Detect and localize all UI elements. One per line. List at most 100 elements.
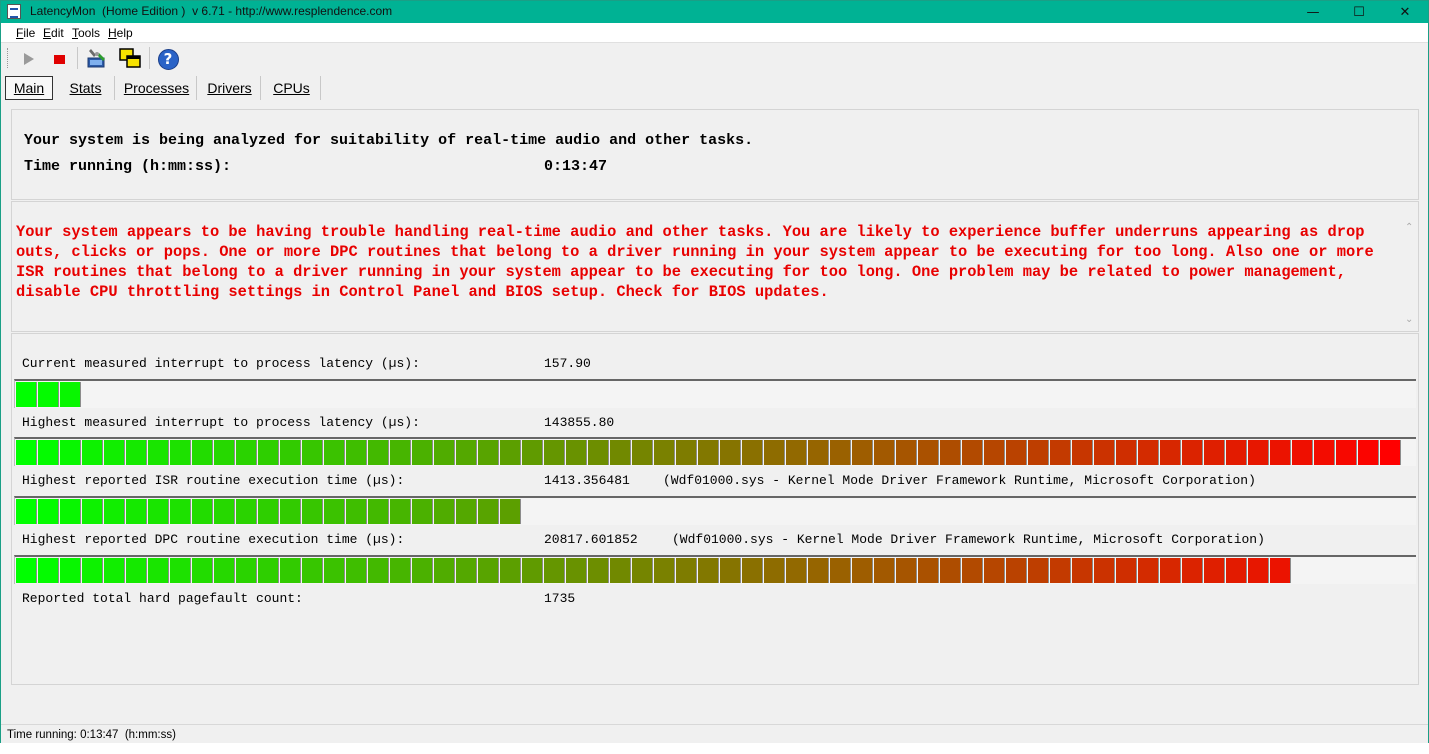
- current-latency-label: Current measured interrupt to process la…: [22, 356, 420, 371]
- tab-main[interactable]: Main: [5, 76, 53, 100]
- menu-help[interactable]: Help: [108, 26, 133, 40]
- meter-cell: [258, 499, 279, 524]
- meter-cell: [632, 558, 653, 583]
- meter-cell: [236, 558, 257, 583]
- meter-cell: [1204, 440, 1225, 465]
- meter-cell: [346, 499, 367, 524]
- tab-drivers[interactable]: Drivers: [199, 76, 261, 100]
- meter-cell: [1050, 440, 1071, 465]
- tab-processes[interactable]: Processes: [117, 76, 197, 100]
- isr-time-bar: [14, 496, 1416, 525]
- current-latency-value: 157.90: [544, 356, 591, 371]
- meter-cell: [962, 558, 983, 583]
- meter-cell: [302, 499, 323, 524]
- meter-cell: [456, 499, 477, 524]
- help-icon: ?: [157, 48, 179, 70]
- meter-cell: [676, 558, 697, 583]
- scroll-up-icon[interactable]: ⌃: [1405, 222, 1413, 233]
- meter-cell: [126, 499, 147, 524]
- maximize-button[interactable]: ☐: [1336, 1, 1382, 23]
- meter-cell: [698, 558, 719, 583]
- tab-cpus[interactable]: CPUs: [263, 76, 321, 100]
- meter-cell: [984, 558, 1005, 583]
- meter-cell: [412, 499, 433, 524]
- meter-cell: [82, 499, 103, 524]
- current-latency-bar-fill: [16, 382, 82, 407]
- meter-cell: [148, 499, 169, 524]
- help-button[interactable]: ?: [156, 47, 180, 71]
- meter-cell: [412, 558, 433, 583]
- meter-cell: [60, 558, 81, 583]
- meter-cell: [654, 440, 675, 465]
- meter-cell: [1226, 440, 1247, 465]
- meter-cell: [742, 440, 763, 465]
- meter-cell: [104, 558, 125, 583]
- windows-button[interactable]: [118, 47, 142, 71]
- isr-time-value: 1413.356481: [544, 473, 630, 488]
- meter-cell: [324, 558, 345, 583]
- dpc-driver-detail: (Wdf01000.sys - Kernel Mode Driver Frame…: [672, 532, 1265, 547]
- meter-cell: [280, 499, 301, 524]
- tab-stats[interactable]: Stats: [57, 76, 115, 100]
- stop-monitor-button[interactable]: [47, 47, 71, 71]
- dpc-time-bar: [14, 555, 1416, 584]
- meter-cell: [126, 440, 147, 465]
- meter-cell: [214, 499, 235, 524]
- scroll-down-icon[interactable]: ⌄: [1405, 314, 1413, 325]
- meter-cell: [16, 499, 37, 524]
- meter-cell: [390, 558, 411, 583]
- meter-cell: [1006, 440, 1027, 465]
- pagefault-label: Reported total hard pagefault count:: [22, 591, 303, 606]
- meter-cell: [280, 558, 301, 583]
- meter-cell: [258, 440, 279, 465]
- close-button[interactable]: ✕: [1382, 1, 1428, 23]
- meter-cell: [1270, 558, 1291, 583]
- toolbar-grip[interactable]: [7, 48, 9, 68]
- meter-cell: [192, 440, 213, 465]
- menu-file[interactable]: File: [16, 26, 35, 40]
- meter-cell: [148, 440, 169, 465]
- menu-edit[interactable]: Edit: [43, 26, 64, 40]
- meter-cell: [1138, 558, 1159, 583]
- dpc-time-value: 20817.601852: [544, 532, 638, 547]
- play-icon: [24, 53, 34, 65]
- time-running-label: Time running (h:mm:ss):: [24, 158, 232, 175]
- isr-driver-detail: (Wdf01000.sys - Kernel Mode Driver Frame…: [663, 473, 1256, 488]
- meter-cell: [786, 440, 807, 465]
- meter-cell: [236, 440, 257, 465]
- meter-cell: [500, 440, 521, 465]
- meter-cell: [918, 558, 939, 583]
- meter-cell: [1248, 558, 1269, 583]
- meter-cell: [1028, 440, 1049, 465]
- meter-cell: [148, 558, 169, 583]
- start-monitor-button[interactable]: [17, 47, 41, 71]
- meter-cell: [764, 440, 785, 465]
- meter-cell: [456, 440, 477, 465]
- dpc-time-label: Highest reported DPC routine execution t…: [22, 532, 405, 547]
- meter-cell: [588, 440, 609, 465]
- meter-cell: [940, 440, 961, 465]
- meter-cell: [522, 558, 543, 583]
- minimize-button[interactable]: —: [1290, 1, 1336, 23]
- meter-cell: [1182, 440, 1203, 465]
- meter-cell: [456, 558, 477, 583]
- stop-icon: [53, 54, 65, 64]
- conclusion-panel: Your system appears to be having trouble…: [11, 201, 1419, 332]
- meter-cell: [874, 440, 895, 465]
- conclusion-scrollbar[interactable]: ⌃ ⌄: [1402, 222, 1418, 330]
- meter-cell: [412, 440, 433, 465]
- meter-cell: [808, 558, 829, 583]
- status-bar: Time running: 0:13:47 (h:mm:ss): [1, 724, 1428, 744]
- menu-tools[interactable]: Tools: [72, 26, 100, 40]
- meter-cell: [324, 499, 345, 524]
- toolbar: ?: [1, 43, 1428, 73]
- meter-cell: [346, 558, 367, 583]
- meter-cell: [170, 499, 191, 524]
- title-bar[interactable]: LatencyMon (Home Edition ) v 6.71 - http…: [1, 1, 1428, 23]
- meter-cell: [984, 440, 1005, 465]
- meter-cell: [236, 499, 257, 524]
- meter-cell: [16, 382, 37, 407]
- meter-cell: [170, 440, 191, 465]
- pc-tools-button[interactable]: [85, 47, 109, 71]
- meter-cell: [1314, 440, 1335, 465]
